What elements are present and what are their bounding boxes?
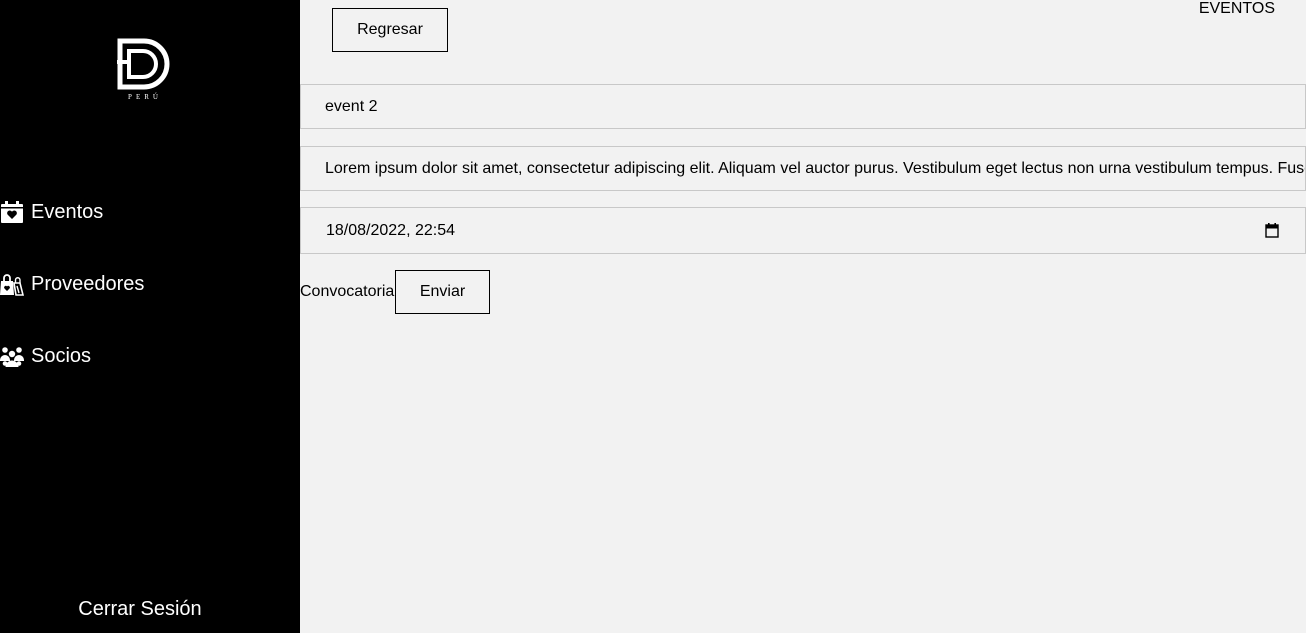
convocatoria-label: Convocatoria <box>300 283 395 300</box>
sidebar-item-label: Proveedores <box>31 272 145 295</box>
calendar-picker-icon[interactable] <box>1265 223 1279 238</box>
brand-logo: PERÚ <box>114 38 176 104</box>
calendar-heart-icon <box>1 201 23 223</box>
page-title: EVENTOS <box>1198 0 1275 17</box>
sidebar-item-eventos[interactable]: Eventos <box>0 197 103 227</box>
main-content: Regresar EVENTOS 18/08/2022, 22:54 Convo… <box>300 0 1306 633</box>
event-description-input[interactable] <box>300 146 1306 191</box>
back-button[interactable]: Regresar <box>332 8 448 52</box>
sidebar: PERÚ Eventos Proveedores Socios Cerrar S… <box>0 0 300 633</box>
datetime-value: 18/08/2022, 22:54 <box>326 221 456 239</box>
event-datetime-input[interactable]: 18/08/2022, 22:54 <box>300 207 1306 254</box>
sidebar-item-label: Socios <box>31 344 92 367</box>
logo-mark-icon <box>117 38 170 90</box>
sidebar-item-label: Eventos <box>31 200 104 223</box>
logout-button[interactable]: Cerrar Sesión <box>0 598 280 621</box>
send-button[interactable]: Enviar <box>395 270 490 314</box>
sidebar-item-proveedores[interactable]: Proveedores <box>0 269 144 299</box>
users-group-icon <box>0 347 24 367</box>
shopping-bags-icon <box>0 274 24 296</box>
event-name-input[interactable] <box>300 84 1306 129</box>
logo-text: PERÚ <box>128 93 162 101</box>
sidebar-item-socios[interactable]: Socios <box>0 341 91 371</box>
